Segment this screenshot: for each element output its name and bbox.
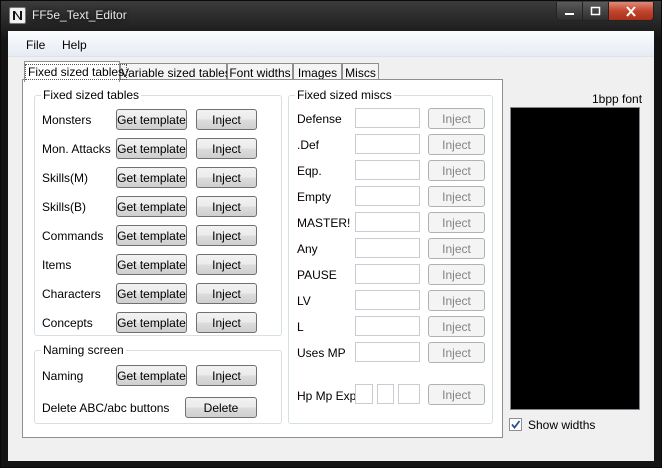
hp-input[interactable] bbox=[355, 384, 373, 404]
maximize-button[interactable] bbox=[583, 2, 609, 21]
tab-page-fixed-sized-tables: Fixed sized tables Monsters Get template I… bbox=[22, 79, 503, 438]
hp-mp-exp-label: Hp Mp Exp bbox=[297, 389, 357, 403]
close-icon bbox=[626, 5, 636, 17]
minimize-button[interactable] bbox=[556, 2, 583, 21]
mp-input[interactable] bbox=[377, 384, 394, 404]
get-template-button[interactable]: Get template bbox=[116, 283, 187, 304]
menu-help[interactable]: Help bbox=[62, 38, 87, 52]
checkmark-icon bbox=[511, 420, 521, 429]
maximize-icon bbox=[590, 6, 601, 16]
naming-screen-title: Naming screen bbox=[41, 343, 126, 357]
font-panel-title: 1bpp font bbox=[592, 92, 643, 106]
table-row-label: Skills(M) bbox=[42, 171, 88, 185]
table-row-label: Mon. Attacks bbox=[42, 142, 111, 156]
get-template-button[interactable]: Get template bbox=[116, 138, 187, 159]
misc-value-input[interactable] bbox=[355, 134, 420, 154]
tab-fixed-sized-tables[interactable]: Fixed sized tables bbox=[24, 61, 128, 82]
client-area: File Help Fixed sized tables Variable si… bbox=[8, 31, 654, 461]
fixed-sized-tables-title: Fixed sized tables bbox=[41, 88, 142, 102]
window-title: FF5e_Text_Editor bbox=[32, 8, 127, 22]
misc-inject-button[interactable]: Inject bbox=[428, 264, 485, 285]
close-button[interactable] bbox=[609, 2, 654, 21]
misc-value-input[interactable] bbox=[355, 316, 420, 336]
get-template-button[interactable]: Get template bbox=[116, 225, 187, 246]
misc-value-input[interactable] bbox=[355, 108, 420, 128]
misc-inject-button[interactable]: Inject bbox=[428, 212, 485, 233]
inject-button[interactable]: Inject bbox=[196, 109, 257, 130]
fixed-sized-tables-group: Fixed sized tables Monsters Get template I… bbox=[34, 88, 282, 336]
minimize-icon bbox=[565, 12, 574, 15]
naming-screen-group: Naming screen Naming Get template Inject… bbox=[34, 343, 282, 424]
misc-row-label: Any bbox=[297, 242, 318, 256]
misc-value-input[interactable] bbox=[355, 264, 420, 284]
get-template-button[interactable]: Get template bbox=[116, 196, 187, 217]
misc-inject-button[interactable]: Inject bbox=[428, 134, 485, 155]
title-bar[interactable]: FF5e_Text_Editor bbox=[1, 1, 661, 31]
table-row-label: Skills(B) bbox=[42, 200, 86, 214]
misc-row-label: .Def bbox=[297, 138, 320, 152]
misc-row-label: L bbox=[297, 320, 304, 334]
table-row-label: Monsters bbox=[42, 113, 92, 127]
misc-value-input[interactable] bbox=[355, 212, 420, 232]
show-widths-label[interactable]: Show widths bbox=[528, 418, 595, 432]
misc-value-input[interactable] bbox=[355, 160, 420, 180]
table-row-label: Concepts bbox=[42, 316, 93, 330]
menu-file[interactable]: File bbox=[26, 38, 45, 52]
fixed-sized-miscs-title: Fixed sized miscs bbox=[295, 88, 394, 102]
misc-row-label: LV bbox=[297, 294, 311, 308]
misc-row-label: Eqp. bbox=[297, 164, 322, 178]
font-preview-canvas bbox=[510, 107, 640, 410]
app-window: FF5e_Text_Editor File Help Fixed sized t… bbox=[0, 0, 662, 468]
misc-inject-button[interactable]: Inject bbox=[428, 290, 485, 311]
table-row-label: Characters bbox=[42, 287, 101, 301]
table-row-label: Items bbox=[42, 258, 72, 272]
misc-inject-button[interactable]: Inject bbox=[428, 108, 485, 129]
inject-button[interactable]: Inject bbox=[196, 225, 257, 246]
inject-button[interactable]: Inject bbox=[196, 283, 257, 304]
menu-bar: File Help bbox=[8, 31, 654, 57]
get-template-button[interactable]: Get template bbox=[116, 167, 187, 188]
app-icon bbox=[9, 7, 26, 24]
naming-inject-button[interactable]: Inject bbox=[196, 365, 257, 386]
table-row-label: Commands bbox=[42, 229, 104, 243]
misc-inject-button[interactable]: Inject bbox=[428, 186, 485, 207]
inject-button[interactable]: Inject bbox=[196, 312, 257, 333]
inject-button[interactable]: Inject bbox=[196, 196, 257, 217]
naming-get-template-button[interactable]: Get template bbox=[116, 365, 187, 386]
hp-mp-exp-inject-button[interactable]: Inject bbox=[428, 384, 485, 405]
misc-inject-button[interactable]: Inject bbox=[428, 342, 485, 363]
misc-value-input[interactable] bbox=[355, 290, 420, 310]
misc-value-input[interactable] bbox=[355, 186, 420, 206]
delete-abc-label: Delete ABC/abc buttons bbox=[42, 401, 170, 415]
misc-row-label: PAUSE bbox=[297, 268, 337, 282]
show-widths-checkbox[interactable] bbox=[509, 418, 522, 431]
exp-input[interactable] bbox=[398, 384, 420, 404]
misc-row-label: MASTER! bbox=[297, 216, 351, 230]
misc-inject-button[interactable]: Inject bbox=[428, 316, 485, 337]
misc-row-label: Defense bbox=[297, 112, 342, 126]
misc-value-input[interactable] bbox=[355, 238, 420, 258]
inject-button[interactable]: Inject bbox=[196, 254, 257, 275]
get-template-button[interactable]: Get template bbox=[116, 109, 187, 130]
inject-button[interactable]: Inject bbox=[196, 167, 257, 188]
delete-button[interactable]: Delete bbox=[185, 397, 257, 418]
get-template-button[interactable]: Get template bbox=[116, 312, 187, 333]
misc-inject-button[interactable]: Inject bbox=[428, 238, 485, 259]
misc-inject-button[interactable]: Inject bbox=[428, 160, 485, 181]
naming-label: Naming bbox=[42, 369, 84, 383]
misc-row-label: Uses MP bbox=[297, 346, 346, 360]
fixed-sized-miscs-group: Fixed sized miscs Defense Inject .Def Injec… bbox=[288, 88, 493, 424]
misc-row-label: Empty bbox=[297, 190, 332, 204]
get-template-button[interactable]: Get template bbox=[116, 254, 187, 275]
inject-button[interactable]: Inject bbox=[196, 138, 257, 159]
misc-value-input[interactable] bbox=[355, 342, 420, 362]
